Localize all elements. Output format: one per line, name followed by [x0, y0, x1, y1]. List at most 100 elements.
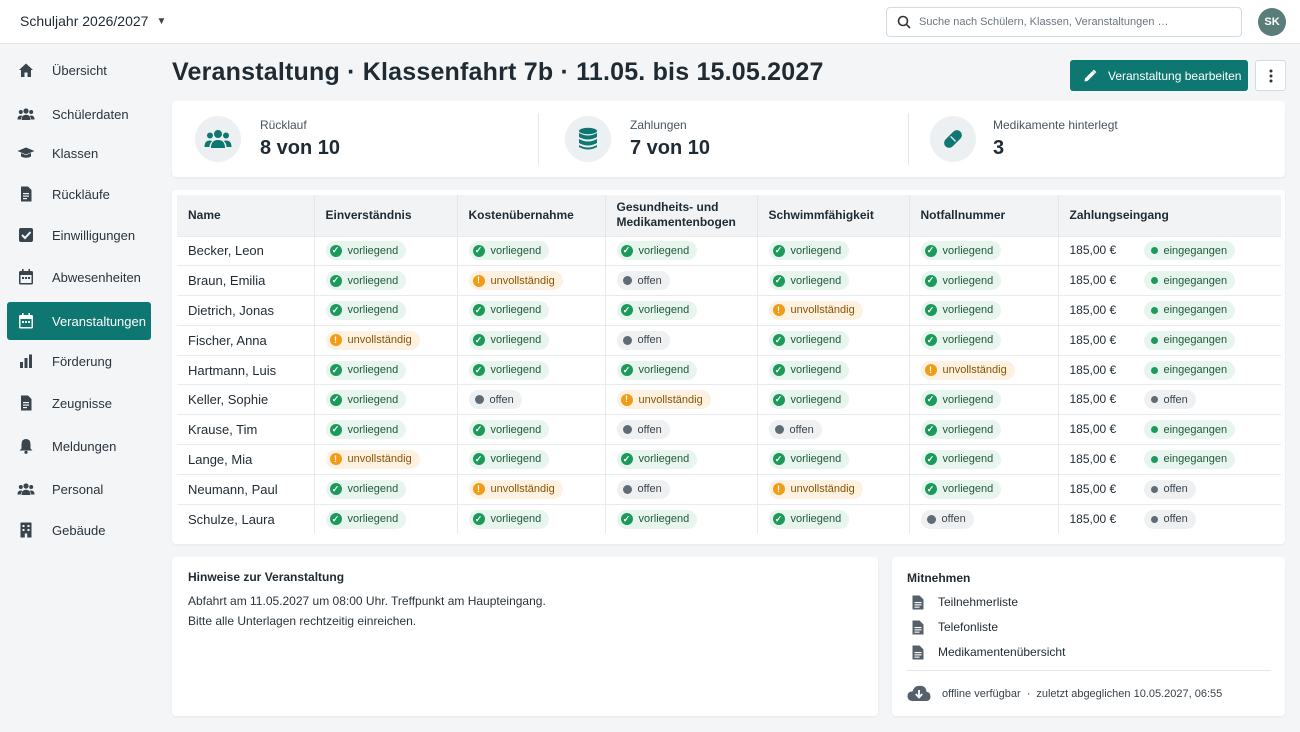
table-row[interactable]: Schulze, Laura ✓ vorliegend ✓ vorliegend ✓ vor…	[177, 503, 1281, 534]
status-dot-icon	[1150, 306, 1158, 314]
status-label: vorliegend	[942, 274, 994, 287]
more-options-button[interactable]	[1255, 60, 1286, 91]
check-circle-icon: ✓	[329, 304, 342, 317]
check-circle-icon: ✓	[472, 334, 485, 347]
sidebar-item-label: Abwesenheiten	[52, 269, 141, 285]
status-separator: ·	[1026, 687, 1031, 700]
sidebar-item-gebaeude[interactable]: Gebäude	[7, 511, 151, 549]
payment-badge: offen	[1143, 509, 1196, 529]
status-label: unvollständig	[790, 304, 855, 317]
status-cell: ✓ vorliegend	[757, 235, 910, 266]
status-cell: ✓ vorliegend	[605, 235, 758, 266]
school-year-select[interactable]: Schuljahr 2026/2027 ▼	[20, 13, 166, 29]
school-year-label: Schuljahr 2026/2027	[20, 13, 149, 29]
stats-card: Rücklauf 8 von 10 Zahlungen 7 von 10 Med…	[172, 101, 1285, 177]
status-badge: offen	[616, 330, 670, 350]
sidebar-item-abwesenheiten[interactable]: Abwesenheiten	[7, 258, 151, 296]
sidebar-item-zeugnisse[interactable]: Zeugnisse	[7, 384, 151, 422]
document-label: Telefonliste	[938, 620, 999, 634]
home-icon	[19, 63, 33, 77]
sidebar-item-foerderung[interactable]: Förderung	[7, 342, 151, 380]
search-input[interactable]	[919, 16, 1219, 28]
payment-amount: 185,00 €	[1069, 481, 1117, 496]
warning-icon: !	[620, 393, 633, 406]
table-row[interactable]: Dietrich, Jonas ✓ vorliegend ✓ vorliegend ✓ vo…	[177, 295, 1281, 326]
table-row[interactable]: Krause, Tim ✓ vorliegend ✓ vorliegend offen of…	[177, 414, 1281, 445]
check-circle-icon: ✓	[329, 513, 342, 526]
document-link[interactable]: Medikamentenübersicht	[912, 643, 1065, 661]
check-circle-icon: ✓	[772, 244, 785, 257]
status-label: vorliegend	[490, 364, 542, 377]
table-row[interactable]: Fischer, Anna! unvollständig ✓ vorliegend of…	[177, 324, 1281, 356]
table-row[interactable]: Lange, Mia! unvollständig ✓ vorliegend ✓ vorl…	[177, 444, 1281, 475]
sidebar-item-personal[interactable]: Personal	[7, 470, 151, 508]
stat-value: 8 von 10	[260, 137, 341, 159]
notes-line: Bitte alle Unterlagen rechtzeitig einrei…	[188, 614, 417, 628]
student-name: Schulze, Laura	[177, 503, 315, 534]
sidebar-item-ruecklaeufe[interactable]: Rückläufe	[7, 175, 151, 213]
warning-icon: !	[772, 304, 785, 317]
sidebar-item-uebersicht[interactable]: Übersicht	[7, 51, 151, 89]
document-label: Teilnehmerliste	[938, 595, 1019, 609]
sidebar-item-label: Förderung	[52, 353, 112, 369]
payment-badge: eingegangen	[1143, 300, 1236, 320]
status-label: unvollständig	[490, 274, 555, 287]
sidebar-item-schuelerdaten[interactable]: Schülerdaten	[7, 95, 151, 133]
status-cell: offen	[605, 265, 758, 296]
status-cell: ✓ vorliegend	[909, 384, 1059, 415]
payment-cell: 185,00 € offen	[1058, 384, 1281, 415]
table-row[interactable]: Becker, Leon ✓ vorliegend ✓ vorliegend ✓ vorli…	[177, 235, 1281, 266]
notes-title: Hinweise zur Veranstaltung	[188, 570, 345, 584]
column-header[interactable]: Schwimmfähigkeit	[757, 195, 910, 236]
check-circle-icon: ✓	[772, 513, 785, 526]
search-box[interactable]	[886, 7, 1242, 37]
payment-cell: 185,00 € eingegangen	[1058, 324, 1281, 356]
status-badge: ✓ vorliegend	[920, 479, 1002, 499]
status-cell: ✓ vorliegend	[909, 473, 1059, 505]
sidebar-item-klassen[interactable]: Klassen	[7, 134, 151, 172]
column-header[interactable]: Kostenübernahme	[457, 195, 606, 236]
status-badge: ! unvollständig	[468, 271, 563, 291]
database-icon	[565, 116, 611, 162]
divider	[907, 670, 1271, 671]
sidebar-item-label: Übersicht	[52, 62, 107, 78]
status-badge: ✓ vorliegend	[768, 330, 850, 350]
column-header[interactable]: Einverständnis	[314, 195, 458, 236]
payment-cell: 185,00 € eingegangen	[1058, 414, 1281, 445]
column-header[interactable]: Notfallnummer	[909, 195, 1059, 236]
status-label: vorliegend	[638, 364, 690, 377]
status-label: vorliegend	[790, 244, 842, 257]
document-icon	[21, 186, 32, 202]
page-title: Veranstaltung · Klassenfahrt 7b · 11.05.…	[172, 58, 824, 86]
status-label: unvollständig	[490, 483, 555, 496]
status-label: vorliegend	[347, 274, 399, 287]
status-cell: ✓ vorliegend	[314, 235, 458, 266]
check-circle-icon: ✓	[329, 393, 342, 406]
payment-badge: eingegangen	[1143, 241, 1236, 261]
status-cell: ✓ vorliegend	[457, 503, 606, 534]
status-badge: ✓ vorliegend	[616, 449, 698, 469]
table-row[interactable]: Braun, Emilia ✓ vorliegend! unvollständig of…	[177, 265, 1281, 296]
status-label: vorliegend	[790, 513, 842, 526]
sidebar-item-einwilligungen[interactable]: Einwilligungen	[7, 216, 151, 254]
column-header[interactable]: Name	[177, 195, 315, 236]
status-label: vorliegend	[942, 483, 994, 496]
table-row[interactable]: Neumann, Paul ✓ vorliegend! unvollständig of…	[177, 473, 1281, 505]
sidebar-item-veranstaltungen[interactable]: Veranstaltungen	[7, 302, 151, 340]
status-label: vorliegend	[347, 304, 399, 317]
edit-event-button[interactable]: Veranstaltung bearbeiten	[1070, 60, 1248, 91]
document-link[interactable]: Teilnehmerliste	[912, 593, 1018, 611]
column-header[interactable]: Zahlungseingang	[1058, 195, 1281, 236]
table-row[interactable]: Keller, Sophie ✓ vorliegend offen! unvollstä…	[177, 384, 1281, 415]
status-label: vorliegend	[490, 304, 542, 317]
check-circle-icon: ✓	[620, 453, 633, 466]
sidebar-item-meldungen[interactable]: Meldungen	[7, 427, 151, 465]
status-badge: ✓ vorliegend	[325, 300, 407, 320]
status-cell: ! unvollständig	[757, 295, 910, 326]
column-header[interactable]: Gesundheits- und Medikamentenbogen	[605, 195, 758, 236]
document-link[interactable]: Telefonliste	[912, 618, 998, 636]
table-row[interactable]: Hartmann, Luis ✓ vorliegend ✓ vorliegend ✓ vor…	[177, 354, 1281, 385]
status-badge: offen	[616, 420, 670, 440]
avatar[interactable]: SK	[1258, 8, 1286, 36]
status-label: offen	[489, 393, 514, 406]
